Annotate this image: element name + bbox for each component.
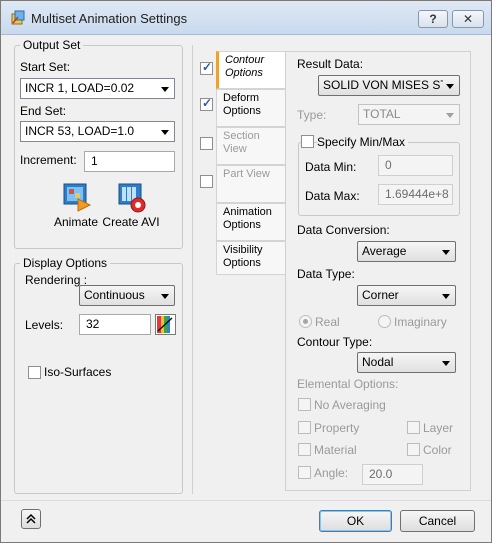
animate-label: Animate bbox=[53, 215, 99, 229]
tab-section-view[interactable]: Section View bbox=[216, 127, 286, 165]
tab-contour-options[interactable]: Contour Options bbox=[216, 51, 286, 89]
no-averaging-label: No Averaging bbox=[314, 398, 386, 412]
angle-label: Angle: bbox=[314, 466, 349, 480]
create-avi-label: Create AVI bbox=[102, 215, 160, 229]
deform-enable-checkbox[interactable]: ✓ bbox=[200, 96, 213, 111]
imaginary-radio[interactable] bbox=[378, 315, 391, 328]
double-chevron-up-icon bbox=[26, 513, 36, 524]
type-select[interactable]: TOTAL bbox=[358, 104, 460, 125]
no-averaging-checkbox[interactable] bbox=[298, 398, 311, 411]
material-checkbox[interactable] bbox=[298, 443, 311, 456]
data-max-label: Data Max: bbox=[305, 189, 360, 203]
data-type-label: Data Type: bbox=[297, 267, 355, 281]
specify-minmax-label: Specify Min/Max bbox=[317, 135, 409, 149]
iso-surfaces-checkbox[interactable] bbox=[28, 366, 41, 379]
real-label: Real bbox=[315, 315, 340, 329]
help-button[interactable]: ? bbox=[418, 10, 448, 28]
contour-type-value: Nodal bbox=[362, 355, 394, 369]
ok-button[interactable]: OK bbox=[319, 510, 392, 532]
create-avi-button[interactable]: Create AVI bbox=[101, 181, 161, 229]
app-icon bbox=[11, 10, 25, 25]
radio-selected-dot bbox=[303, 319, 308, 324]
part-view-checkbox[interactable] bbox=[200, 175, 213, 188]
chevron-down-icon bbox=[442, 361, 450, 366]
start-set-label: Start Set: bbox=[20, 60, 71, 74]
end-set-label: End Set: bbox=[20, 104, 67, 118]
chevron-down-icon bbox=[446, 84, 454, 89]
title-bar: Multiset Animation Settings ? ✕ bbox=[1, 1, 491, 35]
increment-input[interactable]: 1 bbox=[84, 151, 175, 172]
iso-surfaces-label: Iso-Surfaces bbox=[44, 365, 112, 379]
data-min-label: Data Min: bbox=[305, 160, 357, 174]
layer-label: Layer bbox=[423, 421, 454, 435]
animate-icon bbox=[63, 183, 92, 212]
chevron-down-icon bbox=[446, 113, 454, 118]
data-max-input[interactable]: 1.69444e+8 bbox=[378, 184, 453, 205]
dialog-window: Multiset Animation Settings ? ✕ Output S… bbox=[0, 0, 492, 543]
start-set-select[interactable]: INCR 1, LOAD=0.02 bbox=[20, 78, 175, 99]
material-label: Material bbox=[314, 443, 357, 457]
tab-animation-options[interactable]: Animation Options bbox=[216, 203, 286, 241]
angle-input[interactable]: 20.0 bbox=[362, 464, 423, 485]
layer-checkbox[interactable] bbox=[407, 421, 420, 434]
type-value: TOTAL bbox=[363, 107, 401, 121]
property-label: Property bbox=[314, 421, 360, 435]
output-set-title: Output Set bbox=[20, 38, 84, 52]
end-set-select[interactable]: INCR 53, LOAD=1.0 bbox=[20, 121, 175, 142]
data-conversion-select[interactable]: Average bbox=[357, 241, 456, 262]
tab-deform-options[interactable]: Deform Options bbox=[216, 89, 286, 127]
chevron-down-icon bbox=[161, 294, 169, 299]
check-icon: ✓ bbox=[202, 96, 213, 110]
vertical-divider bbox=[192, 45, 193, 494]
close-button[interactable]: ✕ bbox=[452, 10, 484, 28]
chevron-down-icon bbox=[442, 294, 450, 299]
create-avi-icon bbox=[118, 183, 146, 213]
tab-visibility-options[interactable]: Visibility Options bbox=[216, 241, 286, 275]
imaginary-label: Imaginary bbox=[394, 315, 447, 329]
color-levels-icon[interactable] bbox=[155, 314, 176, 335]
rendering-select[interactable]: Continuous bbox=[79, 285, 175, 306]
contour-type-label: Contour Type: bbox=[297, 335, 373, 349]
cancel-button[interactable]: Cancel bbox=[400, 510, 475, 532]
chevron-down-icon bbox=[161, 87, 169, 92]
real-radio[interactable] bbox=[299, 315, 312, 328]
animate-button[interactable]: Animate bbox=[53, 181, 99, 229]
rendering-value: Continuous bbox=[84, 288, 145, 302]
elemental-options-label: Elemental Options: bbox=[297, 377, 399, 391]
color-checkbox[interactable] bbox=[407, 443, 420, 456]
window-title: Multiset Animation Settings bbox=[31, 11, 188, 26]
data-conversion-value: Average bbox=[362, 244, 407, 258]
chevron-down-icon bbox=[161, 130, 169, 135]
angle-checkbox[interactable] bbox=[298, 466, 311, 479]
check-icon: ✓ bbox=[202, 60, 213, 74]
rendering-label: Rendering : bbox=[25, 273, 88, 287]
contour-type-select[interactable]: Nodal bbox=[357, 352, 456, 373]
contour-enable-checkbox[interactable]: ✓ bbox=[200, 60, 213, 75]
data-type-value: Corner bbox=[362, 288, 399, 302]
tab-part-view[interactable]: Part View bbox=[216, 165, 286, 203]
increment-label: Increment: bbox=[20, 153, 77, 167]
collapse-button[interactable] bbox=[21, 509, 41, 529]
color-label: Color bbox=[423, 443, 452, 457]
specify-minmax-checkbox[interactable] bbox=[301, 135, 314, 148]
start-set-value: INCR 1, LOAD=0.02 bbox=[25, 81, 135, 95]
section-view-checkbox[interactable] bbox=[200, 137, 213, 150]
levels-label: Levels: bbox=[25, 318, 64, 332]
footer-divider bbox=[1, 500, 491, 501]
chevron-down-icon bbox=[442, 250, 450, 255]
type-label: Type: bbox=[297, 108, 327, 122]
data-min-input[interactable]: 0 bbox=[378, 155, 453, 176]
levels-input[interactable]: 32 bbox=[79, 314, 151, 335]
result-data-select[interactable]: SOLID VON MISES STRES bbox=[318, 75, 460, 96]
data-conversion-label: Data Conversion: bbox=[297, 223, 390, 237]
end-set-value: INCR 53, LOAD=1.0 bbox=[25, 124, 135, 138]
property-checkbox[interactable] bbox=[298, 421, 311, 434]
result-data-value: SOLID VON MISES STRES bbox=[323, 78, 443, 92]
result-data-label: Result Data: bbox=[297, 57, 364, 71]
data-type-select[interactable]: Corner bbox=[357, 285, 456, 306]
display-options-title: Display Options bbox=[20, 256, 111, 270]
